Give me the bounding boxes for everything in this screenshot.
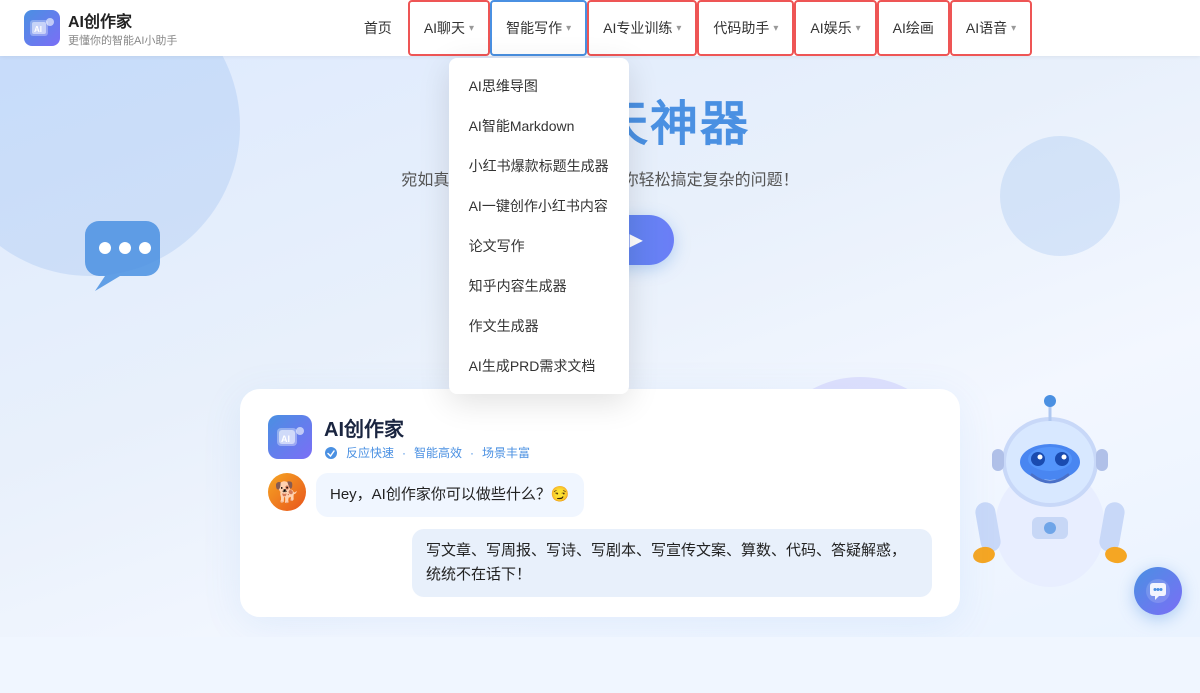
nav-item-code-assist[interactable]: 代码助手 ▾ bbox=[697, 0, 794, 56]
chat-card-title: AI创作家 bbox=[324, 413, 530, 442]
message-bubble-right: 写文章、写周报、写诗、写剧本、写宣传文案、算数、代码、答疑解惑，统统不在话下！ bbox=[412, 529, 932, 597]
dropdown-item-essay[interactable]: 作文生成器 bbox=[449, 306, 629, 346]
nav-item-ai-entertainment[interactable]: AI娱乐 ▾ bbox=[794, 0, 876, 56]
chevron-icon: ▾ bbox=[566, 23, 571, 34]
logo-subtitle: 更懂你的智能AI小助手 bbox=[68, 32, 177, 48]
chat-messages: 🐕 Hey，AI创作家你可以做些什么？😏 写文章、写周报、写诗、写剧本、写宣传文… bbox=[268, 473, 932, 597]
dropdown-item-mindmap[interactable]: AI思维导图 bbox=[449, 66, 629, 106]
chat-card-title-area: AI创作家 反应快速 · 智能高效 · 场景丰富 bbox=[324, 413, 530, 461]
dropdown-item-markdown[interactable]: AI智能Markdown bbox=[449, 106, 629, 146]
chevron-icon: ▾ bbox=[676, 23, 681, 34]
ai-logo-big: AI bbox=[268, 415, 312, 459]
message-row-right: 写文章、写周报、写诗、写剧本、写宣传文案、算数、代码、答疑解惑，统统不在话下！ bbox=[268, 529, 932, 597]
chat-card: AI AI创作家 反应快速 · 智能高效 · 场景丰富 🐕 Hey，AI创作家你… bbox=[240, 389, 960, 617]
chevron-icon: ▾ bbox=[856, 23, 861, 34]
arrow-icon: ▶ bbox=[630, 230, 642, 250]
nav-item-ai-pro-train[interactable]: AI专业训练 ▾ bbox=[587, 0, 697, 56]
chat-card-header: AI AI创作家 反应快速 · 智能高效 · 场景丰富 bbox=[268, 413, 932, 461]
message-bubble-left: Hey，AI创作家你可以做些什么？😏 bbox=[316, 473, 584, 517]
svg-text:AI: AI bbox=[34, 25, 42, 34]
nav-item-ai-draw[interactable]: AI绘画 bbox=[877, 0, 950, 56]
user-avatar: 🐕 bbox=[268, 473, 306, 511]
chat-fab-button[interactable] bbox=[1134, 567, 1182, 615]
nav-item-home[interactable]: 首页 bbox=[348, 0, 408, 56]
message-row-left: 🐕 Hey，AI创作家你可以做些什么？😏 bbox=[268, 473, 932, 517]
chevron-icon: ▾ bbox=[1011, 23, 1016, 34]
robot-decoration bbox=[960, 377, 1140, 597]
logo-title: AI创作家 bbox=[68, 8, 177, 32]
smart-write-dropdown: AI思维导图 AI智能Markdown 小红书爆款标题生成器 AI一键创作小红书… bbox=[449, 58, 629, 394]
svg-text:AI: AI bbox=[281, 434, 290, 444]
header: AI AI创作家 更懂你的智能AI小助手 首页 AI聊天 ▾ 智能写作 ▾ AI… bbox=[0, 0, 1200, 56]
dropdown-item-paper[interactable]: 论文写作 bbox=[449, 226, 629, 266]
logo-icon: AI bbox=[24, 10, 60, 46]
chevron-icon: ▾ bbox=[773, 23, 778, 34]
dropdown-item-xiaohongshu-title[interactable]: 小红书爆款标题生成器 bbox=[449, 146, 629, 186]
nav-item-ai-voice[interactable]: AI语音 ▾ bbox=[950, 0, 1032, 56]
chevron-icon: ▾ bbox=[469, 23, 474, 34]
logo-area[interactable]: AI AI创作家 更懂你的智能AI小助手 bbox=[24, 8, 204, 48]
dropdown-item-xiaohongshu-content[interactable]: AI一键创作小红书内容 bbox=[449, 186, 629, 226]
dropdown-item-prd[interactable]: AI生成PRD需求文档 bbox=[449, 346, 629, 386]
main-nav: 首页 AI聊天 ▾ 智能写作 ▾ AI思维导图 AI智能Markdown 小红书… bbox=[204, 0, 1176, 56]
logo-text: AI创作家 更懂你的智能AI小助手 bbox=[68, 8, 177, 48]
dropdown-item-zhihu[interactable]: 知乎内容生成器 bbox=[449, 266, 629, 306]
chat-card-badges: 反应快速 · 智能高效 · 场景丰富 bbox=[324, 444, 530, 461]
nav-item-smart-write[interactable]: 智能写作 ▾ AI思维导图 AI智能Markdown 小红书爆款标题生成器 AI… bbox=[490, 0, 587, 56]
nav-item-ai-chat[interactable]: AI聊天 ▾ bbox=[408, 0, 490, 56]
